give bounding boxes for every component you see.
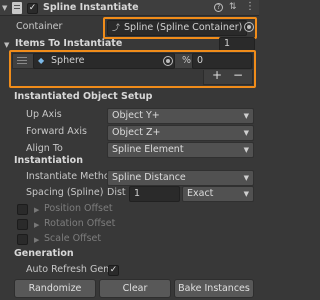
randomize-button[interactable]: Randomize <box>14 279 96 298</box>
header-foldout-arrow[interactable]: ▼ <box>2 4 7 12</box>
instantiate-method-dropdown[interactable]: Spline Distance ▼ <box>107 170 254 186</box>
position-offset-checkbox[interactable] <box>17 204 28 215</box>
chevron-down-icon: ▼ <box>243 146 249 154</box>
item-picker-icon[interactable] <box>163 56 173 66</box>
object-picker-icon[interactable] <box>244 22 254 32</box>
preset-icon[interactable]: ⇅ <box>229 2 237 12</box>
items-foldout-arrow[interactable]: ▼ <box>4 41 9 49</box>
spacing-label: Spacing (Spline) <box>26 187 104 198</box>
setup-header: Instantiated Object Setup <box>14 91 153 102</box>
forward-axis-dropdown[interactable]: Object Z+ ▼ <box>107 125 254 141</box>
item-object-field[interactable]: ◆ Sphere <box>33 53 175 69</box>
chevron-down-icon: ▼ <box>243 174 249 182</box>
rotation-offset-foldout-arrow[interactable]: ▶ <box>34 221 39 229</box>
chevron-down-icon: ▼ <box>243 129 249 137</box>
forward-axis-label: Forward Axis <box>26 126 87 137</box>
probability-field[interactable]: 0 <box>192 53 252 69</box>
up-axis-value: Object Y+ <box>112 110 160 121</box>
items-label: Items To Instantiate <box>15 38 123 49</box>
chevron-down-icon: ▼ <box>243 112 249 120</box>
container-value: Spline (Spline Container) <box>124 22 243 33</box>
auto-refresh-label: Auto Refresh Gene <box>26 264 116 275</box>
items-count-field[interactable]: 1 <box>219 37 255 51</box>
container-label: Container <box>16 21 63 32</box>
spacing-mode-dropdown[interactable]: Exact ▼ <box>182 186 254 202</box>
rotation-offset-checkbox[interactable] <box>17 219 28 230</box>
prefab-icon: ◆ <box>38 56 45 65</box>
auto-refresh-checkbox[interactable]: ✓ <box>108 265 119 276</box>
spacing-mode-value: Exact <box>187 188 214 199</box>
clear-button[interactable]: Clear <box>99 279 171 298</box>
dist-field[interactable]: 1 <box>129 186 180 202</box>
instantiation-header: Instantiation <box>14 155 83 166</box>
help-icon[interactable]: ? <box>214 3 223 12</box>
probability-label: % <box>182 55 192 66</box>
up-axis-dropdown[interactable]: Object Y+ ▼ <box>107 108 254 124</box>
position-offset-foldout-arrow[interactable]: ▶ <box>34 206 39 214</box>
align-to-dropdown[interactable]: Spline Element ▼ <box>107 142 254 158</box>
add-item-button[interactable]: + <box>212 68 222 82</box>
bake-instances-button[interactable]: Bake Instances <box>174 279 254 298</box>
script-icon <box>12 2 22 14</box>
position-offset-label: Position Offset <box>44 203 113 214</box>
generation-header: Generation <box>14 248 74 259</box>
scale-offset-label: Scale Offset <box>44 233 102 244</box>
component-enabled-checkbox[interactable]: ✓ <box>27 3 38 14</box>
instantiate-method-label: Instantiate Method <box>26 171 116 182</box>
dist-label: Dist <box>107 187 126 198</box>
up-axis-label: Up Axis <box>26 109 62 120</box>
scale-offset-foldout-arrow[interactable]: ▶ <box>34 236 39 244</box>
remove-item-button[interactable]: − <box>233 68 243 82</box>
list-footer <box>203 70 253 85</box>
rotation-offset-label: Rotation Offset <box>44 218 116 229</box>
scale-offset-checkbox[interactable] <box>17 234 28 245</box>
align-to-value: Spline Element <box>112 144 184 155</box>
container-object-field[interactable]: ⤴ Spline (Spline Container) <box>107 20 247 36</box>
drag-handle-icon[interactable] <box>17 57 27 64</box>
component-title: Spline Instantiate <box>43 2 139 13</box>
chevron-down-icon: ▼ <box>243 190 249 198</box>
context-menu-icon[interactable]: ⋮ <box>245 1 255 12</box>
align-to-label: Align To <box>26 143 63 154</box>
instantiate-method-value: Spline Distance <box>112 172 186 183</box>
forward-axis-value: Object Z+ <box>112 127 161 138</box>
spline-container-icon: ⤴ <box>112 23 120 32</box>
item-name: Sphere <box>51 55 85 66</box>
